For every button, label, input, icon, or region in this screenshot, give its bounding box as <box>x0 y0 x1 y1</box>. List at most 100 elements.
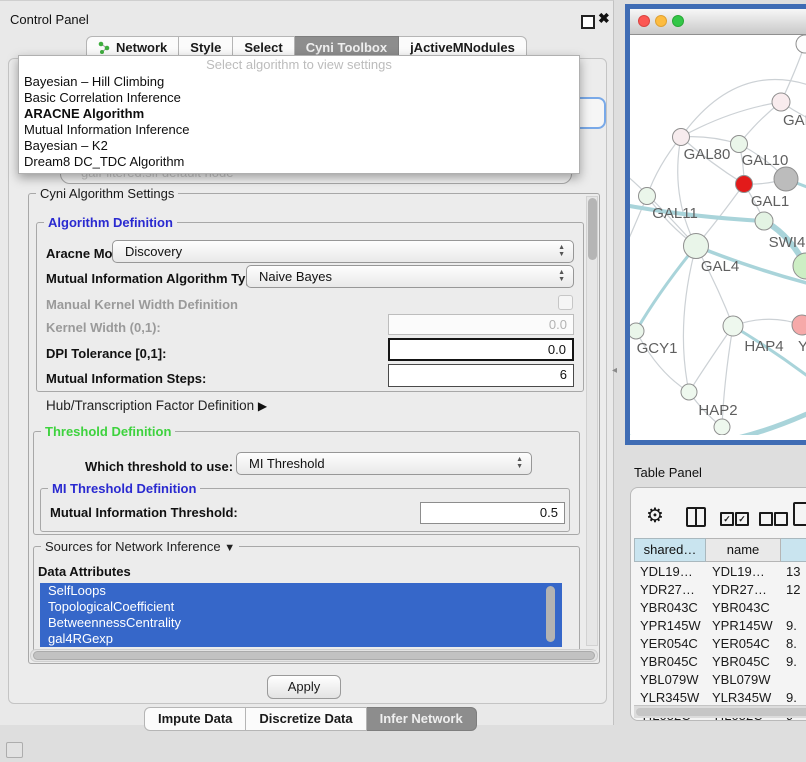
collapsed-panel-icon[interactable] <box>6 742 23 758</box>
attribute-list-item[interactable]: SelfLoops <box>40 583 562 599</box>
table-cell: YDR27… <box>712 581 779 599</box>
mac-zoom-icon[interactable] <box>672 15 684 27</box>
network-node[interactable] <box>792 315 806 335</box>
algorithm-option[interactable]: Bayesian – Hill Climbing <box>19 74 579 90</box>
network-node[interactable] <box>681 384 697 400</box>
attribute-list-item[interactable]: TopologicalCoefficient <box>40 599 562 615</box>
mac-minimize-icon[interactable] <box>655 15 667 27</box>
tab-impute-data[interactable]: Impute Data <box>144 707 246 731</box>
checked-checkbox-icon[interactable]: ✓ <box>735 512 749 526</box>
algorithm-option[interactable]: Bayesian – K2 <box>19 138 579 154</box>
attributes-list-scrollbar-thumb[interactable] <box>546 586 555 642</box>
unchecked-checkbox-icon[interactable] <box>774 512 788 526</box>
tab-infer-network[interactable]: Infer Network <box>367 707 477 731</box>
checked-checkbox-icon[interactable]: ✓ <box>720 512 734 526</box>
control-panel-title: Control Panel <box>10 12 89 27</box>
mi-steps-label: Mutual Information Steps: <box>46 371 206 386</box>
network-node[interactable] <box>723 316 743 336</box>
algorithm-option[interactable]: Dream8 DC_TDC Algorithm <box>19 154 579 170</box>
network-node[interactable] <box>736 176 753 193</box>
table-cell: YBL079W <box>640 671 704 689</box>
table-horizontal-scrollbar[interactable] <box>634 705 806 718</box>
algorithm-option[interactable]: Mutual Information Inference <box>19 122 579 138</box>
chevron-down-icon: ▼ <box>224 542 235 554</box>
table-cell: 9. <box>786 653 806 671</box>
table-cell: 13 <box>786 563 806 581</box>
table-cell: 9. <box>786 617 806 635</box>
table-cell: YER054C <box>640 635 704 653</box>
network-node[interactable] <box>772 93 790 111</box>
network-edge <box>647 137 681 196</box>
table-cell: 8. <box>786 635 806 653</box>
mi-threshold-field[interactable]: 0.5 <box>420 502 565 524</box>
table-cell: YDL19… <box>640 563 704 581</box>
network-node-label: GAL11 <box>652 205 698 222</box>
table-cell: 12 <box>786 581 806 599</box>
panel-splitter-arrow[interactable]: ◂ <box>612 365 617 376</box>
network-node[interactable] <box>731 136 748 153</box>
gear-icon[interactable]: ⚙ <box>646 503 664 528</box>
document-icon[interactable] <box>793 502 806 526</box>
chevron-right-icon: ▶ <box>258 399 267 413</box>
table-cell: YER054C <box>712 635 779 653</box>
table-cell: YBL079W <box>712 671 779 689</box>
table-cell: YDL19… <box>712 563 779 581</box>
network-node[interactable] <box>714 419 730 435</box>
attribute-list-item[interactable]: gal4RGexp <box>40 631 562 647</box>
algorithm-dropdown-popup: Select algorithm to view settings Bayesi… <box>18 55 580 174</box>
combo-arrows-icon: ▲▼ <box>558 244 565 258</box>
dpi-tolerance-field[interactable]: 0.0 <box>388 338 574 361</box>
screen: Control Panel ✖ Network Style Select Cyn… <box>0 0 806 762</box>
mi-algorithm-type-combo[interactable]: Naive Bayes ▲▼ <box>246 265 574 288</box>
settings-vertical-scrollbar[interactable] <box>586 196 598 646</box>
network-node[interactable] <box>796 35 806 53</box>
kernel-width-label: Kernel Width (0,1): <box>46 320 161 335</box>
aracne-mode-combo[interactable]: Discovery ▲▼ <box>112 240 574 263</box>
tab-discretize-data[interactable]: Discretize Data <box>246 707 366 731</box>
table-column-header[interactable]: shared… <box>634 538 706 562</box>
kernel-width-field[interactable]: 0.0 <box>388 314 574 335</box>
network-node[interactable] <box>639 188 656 205</box>
algorithm-option[interactable]: Basic Correlation Inference <box>19 90 579 106</box>
table-cell: YBR045C <box>712 653 779 671</box>
combo-arrows-icon: ▲▼ <box>516 456 523 470</box>
mac-close-icon[interactable] <box>638 15 650 27</box>
apply-button[interactable]: Apply <box>267 675 341 699</box>
hub-section-toggle[interactable]: Hub/Transcription Factor Definition ▶ <box>46 398 267 413</box>
table-cell: YPR145W <box>712 617 779 635</box>
network-node[interactable] <box>630 323 644 339</box>
network-node[interactable] <box>684 234 709 259</box>
table-cell: YBR045C <box>640 653 704 671</box>
unchecked-checkbox-icon[interactable] <box>759 512 773 526</box>
network-view-window: GALGAL80GAL10GAL1GAL11SWI4GAL4GCY1HAP4YH… <box>625 4 806 445</box>
network-node[interactable] <box>774 167 798 191</box>
attribute-list-item[interactable]: BetweennessCentrality <box>40 615 562 631</box>
network-node-label: Y <box>798 338 806 355</box>
network-node-label: HAP4 <box>744 338 783 355</box>
network-node-label: SWI4 <box>769 234 806 251</box>
network-node[interactable] <box>673 129 690 146</box>
table-column-header[interactable]: name <box>706 538 781 562</box>
network-window-titlebar[interactable] <box>630 9 806 35</box>
close-icon[interactable]: ✖ <box>598 10 610 27</box>
network-node[interactable] <box>755 212 773 230</box>
network-edge <box>681 102 781 137</box>
columns-icon[interactable] <box>686 507 706 527</box>
threshold-definition-title: Threshold Definition <box>41 425 175 439</box>
sources-group-toggle[interactable]: Sources for Network Inference ▼ <box>41 540 239 555</box>
settings-vertical-scrollbar-thumb[interactable] <box>588 198 597 260</box>
network-edge <box>689 326 733 392</box>
mi-threshold-group-title: MI Threshold Definition <box>48 482 200 496</box>
table-horizontal-scrollbar-thumb[interactable] <box>636 708 806 716</box>
table-cell: YBR043C <box>640 599 704 617</box>
table-column-header[interactable]: A <box>781 538 806 562</box>
network-canvas[interactable]: GALGAL80GAL10GAL1GAL11SWI4GAL4GCY1HAP4YH… <box>630 35 806 435</box>
algorithm-dropdown-placeholder: Select algorithm to view settings <box>19 56 579 74</box>
algorithm-option[interactable]: ARACNE Algorithm <box>19 106 579 122</box>
float-window-icon[interactable] <box>581 15 595 29</box>
which-threshold-combo[interactable]: MI Threshold ▲▼ <box>236 452 532 475</box>
settings-horizontal-scrollbar-thumb[interactable] <box>33 651 595 660</box>
manual-kernel-width-checkbox[interactable] <box>558 295 573 310</box>
network-node[interactable] <box>793 253 806 279</box>
mi-steps-field[interactable]: 6 <box>388 364 574 387</box>
